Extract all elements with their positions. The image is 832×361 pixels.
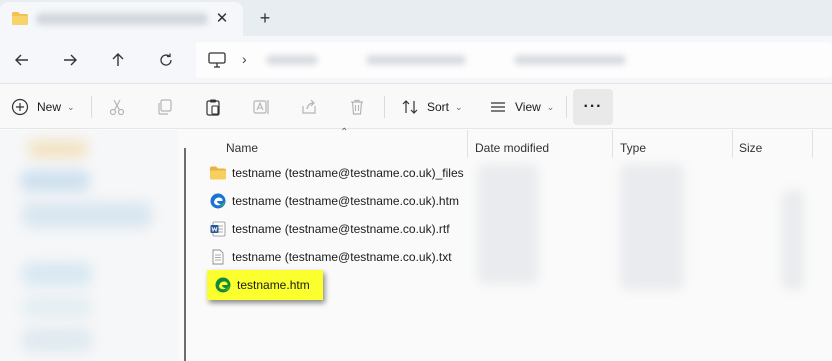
sort-button[interactable]: Sort ⌄ — [400, 91, 463, 123]
separator — [91, 96, 92, 118]
share-icon — [299, 97, 319, 117]
chevron-down-icon: ⌄ — [67, 101, 75, 112]
folder-icon — [210, 165, 226, 181]
nav-item-redacted[interactable] — [22, 262, 92, 286]
column-separator[interactable] — [612, 130, 613, 158]
word-icon — [210, 221, 226, 237]
command-bar: New ⌄ Sort ⌄ View ⌄ ··· — [0, 85, 832, 129]
up-arrow-icon — [112, 53, 124, 66]
list-item[interactable]: testname (testname@testname.co.uk).htm — [210, 189, 459, 213]
breadcrumb-redacted — [514, 55, 626, 65]
sort-arrows-icon — [400, 97, 420, 117]
separator — [384, 96, 385, 118]
column-separator[interactable] — [812, 130, 813, 158]
breadcrumb-redacted — [366, 55, 466, 65]
chevron-down-icon: ⌄ — [546, 101, 555, 112]
new-button[interactable]: New ⌄ — [10, 91, 75, 123]
sort-button-label: Sort — [427, 100, 450, 114]
column-separator[interactable] — [467, 130, 468, 158]
back-button[interactable] — [8, 46, 36, 74]
close-tab-button[interactable]: ✕ — [212, 9, 232, 29]
sort-ascending-icon: ⌃ — [340, 127, 349, 138]
file-list: ⌃ Name Date modified Type Size testname … — [190, 127, 832, 361]
new-button-label: New — [37, 100, 62, 114]
new-tab-button[interactable]: + — [255, 8, 275, 28]
separator — [566, 96, 567, 118]
rename-icon — [251, 97, 271, 117]
nav-item-redacted[interactable] — [20, 170, 90, 192]
paste-button[interactable] — [203, 91, 223, 123]
navigation-bar: › — [0, 36, 832, 84]
file-name: testname (testname@testname.co.uk)_files — [232, 166, 464, 180]
nav-item-redacted[interactable] — [22, 296, 92, 318]
navigation-pane — [0, 130, 178, 361]
edge-icon — [215, 277, 231, 293]
share-button[interactable] — [299, 91, 319, 123]
column-header-date[interactable]: Date modified — [475, 136, 549, 160]
edge-icon — [210, 193, 226, 209]
pane-splitter[interactable] — [184, 148, 186, 361]
nav-item-redacted[interactable] — [28, 140, 88, 158]
computer-icon — [208, 52, 226, 68]
view-lines-icon — [488, 97, 508, 117]
refresh-button[interactable] — [152, 46, 180, 74]
view-button-label: View — [515, 100, 541, 114]
list-item[interactable]: testname (testname@testname.co.uk)_files — [210, 161, 464, 185]
tab-active[interactable]: ✕ — [0, 2, 243, 36]
back-arrow-icon — [15, 54, 28, 66]
forward-arrow-icon — [64, 54, 77, 66]
tab-strip: ✕ + — [0, 0, 832, 36]
file-name: testname (testname@testname.co.uk).rtf — [232, 222, 450, 236]
cut-button[interactable] — [107, 91, 127, 123]
folder-icon — [12, 12, 28, 25]
view-button[interactable]: View ⌄ — [488, 91, 554, 123]
file-name: testname.htm — [237, 278, 310, 292]
text-file-icon — [210, 249, 226, 265]
scissors-icon — [107, 97, 127, 117]
column-separator[interactable] — [732, 130, 733, 158]
up-button[interactable] — [104, 46, 132, 74]
refresh-icon — [160, 53, 172, 66]
clipboard-icon — [203, 97, 223, 117]
trash-icon — [347, 97, 367, 117]
nav-item-redacted[interactable] — [22, 202, 152, 228]
column-header-type[interactable]: Type — [620, 136, 646, 160]
tab-title-redacted — [36, 13, 208, 25]
copy-button[interactable] — [155, 91, 175, 123]
file-name: testname (testname@testname.co.uk).htm — [232, 194, 459, 208]
highlighted-list-item[interactable]: testname.htm — [207, 270, 323, 300]
delete-button[interactable] — [347, 91, 367, 123]
date-column-redacted — [478, 164, 538, 284]
breadcrumb-redacted — [266, 55, 318, 65]
copy-icon — [155, 97, 175, 117]
breadcrumb-chevron-icon: › — [242, 51, 247, 67]
chevron-down-icon: ⌄ — [455, 101, 463, 112]
rename-button[interactable] — [251, 91, 271, 123]
file-name: testname (testname@testname.co.uk).txt — [232, 250, 452, 264]
column-header-name[interactable]: Name — [226, 136, 258, 160]
size-column-redacted — [782, 190, 804, 290]
forward-button[interactable] — [56, 46, 84, 74]
list-item[interactable]: testname (testname@testname.co.uk).txt — [210, 245, 452, 269]
column-header-size[interactable]: Size — [739, 136, 762, 160]
address-bar[interactable]: › — [196, 42, 832, 78]
nav-item-redacted[interactable] — [22, 328, 92, 352]
list-item[interactable]: testname (testname@testname.co.uk).rtf — [210, 217, 450, 241]
plus-circle-icon — [10, 97, 30, 117]
more-options-button[interactable]: ··· — [573, 89, 613, 125]
type-column-redacted — [620, 164, 684, 290]
